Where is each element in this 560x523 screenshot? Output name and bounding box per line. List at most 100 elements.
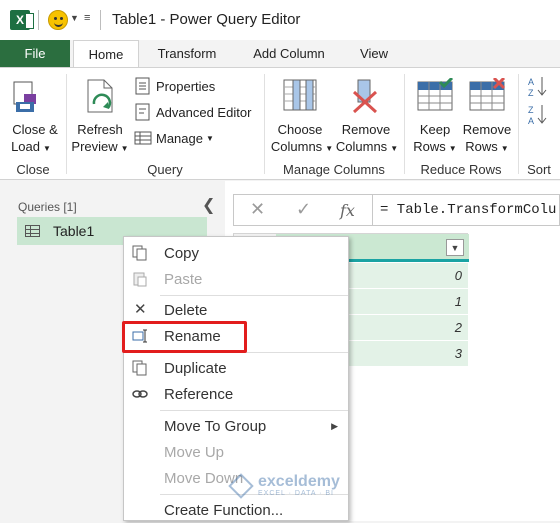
menu-separator [160, 410, 348, 411]
choose-columns-caret-icon: ▼ [325, 144, 334, 153]
refresh-label-2-text: Preview [71, 139, 118, 154]
group-label-reduce-rows: Reduce Rows [420, 162, 502, 177]
refresh-icon [87, 79, 113, 113]
manage-button[interactable]: Manage ▼ [134, 128, 214, 148]
close-load-label-2-text: Load [11, 139, 40, 154]
keep-rows-label: Keep [419, 122, 451, 137]
tab-file[interactable]: File [0, 40, 70, 67]
fx-icon[interactable]: fx [340, 201, 355, 220]
remove-columns-button[interactable]: Remove Columns ▼ [334, 72, 398, 158]
keep-rows-label-2: Rows ▼ [408, 138, 462, 157]
group-separator [518, 74, 519, 174]
properties-label: Properties [156, 78, 216, 94]
keep-rows-icon [417, 78, 454, 111]
sort-ascending-icon: A Z [528, 77, 547, 98]
remove-rows-label-2-text: Rows [465, 139, 498, 154]
advanced-editor-icon [135, 103, 150, 121]
menu-item-copy[interactable]: Copy [124, 240, 348, 266]
title-separator [38, 10, 39, 30]
keep-rows-button[interactable]: Keep Rows ▼ [408, 72, 462, 158]
query-item-label: Table1 [53, 223, 95, 239]
sort-ascending-button[interactable]: A Z [526, 74, 550, 98]
excel-icon-letter: X [15, 13, 24, 27]
cancel-x-icon[interactable]: ✕ [250, 199, 265, 220]
rename-highlight-box [122, 321, 247, 353]
choose-columns-label-2-text: Columns [270, 139, 323, 154]
menu-item-label: Move Up [164, 443, 225, 461]
ribbon-home: Close & Load ▼ Close Refresh Preview ▼ Pro… [0, 67, 560, 180]
copy-icon [132, 245, 147, 261]
close-load-label: Close & [12, 122, 58, 137]
collapse-pane-chevron-left-icon[interactable]: ❮ [202, 195, 215, 215]
title-separator-2 [100, 10, 101, 30]
svg-text:A: A [528, 116, 534, 126]
formula-input[interactable]: = Table.TransformColu [380, 202, 556, 218]
svg-text:Z: Z [528, 105, 534, 115]
formula-separator [372, 195, 373, 225]
menu-item-label: Copy [164, 244, 200, 262]
paste-icon [133, 272, 147, 287]
choose-columns-button[interactable]: Choose Columns ▼ [270, 72, 333, 158]
manage-caret-icon: ▼ [205, 133, 214, 143]
customize-toolbar-icon[interactable]: ≡ [84, 12, 90, 24]
menu-item-move-to-group[interactable]: Move To Group ▶ [124, 413, 348, 439]
choose-columns-label-2: Columns ▼ [270, 138, 334, 157]
group-label-manage-columns: Manage Columns [283, 162, 385, 177]
watermark-name: exceldemy [258, 473, 340, 490]
choose-columns-icon [283, 79, 317, 111]
refresh-preview-button[interactable]: Refresh Preview ▼ [70, 72, 130, 158]
menu-item-label: Delete [164, 301, 208, 319]
menu-item-reference[interactable]: Reference [124, 381, 348, 407]
watermark-text: exceldemy EXCEL · DATA · BI [258, 473, 340, 498]
menu-item-label: Reference [164, 385, 234, 403]
remove-rows-caret-icon: ▼ [500, 144, 509, 153]
feedback-smiley-icon[interactable] [48, 10, 68, 30]
group-label-query: Query [147, 162, 183, 177]
choose-columns-label: Choose [277, 122, 323, 137]
menu-item-paste[interactable]: Paste [124, 266, 348, 292]
group-separator [264, 74, 265, 174]
sort-descending-button[interactable]: Z A [526, 102, 550, 126]
tab-add-column[interactable]: Add Column [240, 40, 338, 67]
group-label-close: Close [16, 162, 50, 177]
close-load-label-2: Load ▼ [6, 138, 56, 157]
title-bar: X ▼ ≡ Table1 - Power Query Editor [0, 0, 560, 40]
tab-view[interactable]: View [346, 40, 402, 67]
tab-home[interactable]: Home [73, 40, 139, 67]
remove-rows-label-2: Rows ▼ [460, 138, 514, 157]
confirm-check-icon[interactable]: ✓ [296, 199, 311, 220]
formula-bar: ✕ ✓ fx = Table.TransformColu [233, 194, 560, 226]
group-label-sort: Sort [527, 162, 551, 177]
advanced-editor-button[interactable]: Advanced Editor [134, 102, 251, 122]
manage-table-icon [134, 131, 152, 145]
excel-app-icon[interactable]: X [10, 10, 34, 30]
group-separator [404, 74, 405, 174]
menu-item-move-up[interactable]: Move Up [124, 439, 348, 465]
smiley-dropdown-icon[interactable]: ▼ [70, 13, 79, 23]
tab-transform[interactable]: Transform [144, 40, 230, 67]
refresh-label-2: Preview ▼ [70, 138, 130, 157]
ribbon-tabs: File Home Transform Add Column View [0, 40, 560, 67]
menu-separator [160, 295, 348, 296]
remove-columns-label: Remove [341, 122, 391, 137]
svg-text:Z: Z [528, 88, 534, 98]
menu-item-label: Create Function... [164, 501, 284, 519]
menu-item-create-function[interactable]: Create Function... [124, 497, 348, 523]
keep-rows-label-2-text: Rows [413, 139, 446, 154]
close-load-button[interactable]: Close & Load ▼ [4, 72, 64, 158]
refresh-label: Refresh [77, 122, 123, 137]
duplicate-icon [132, 360, 147, 376]
remove-rows-icon [469, 78, 506, 111]
watermark-tagline: EXCEL · DATA · BI [258, 490, 334, 497]
sort-descending-icon: Z A [528, 105, 547, 126]
properties-button[interactable]: Properties [134, 76, 215, 96]
column-filter-dropdown-icon[interactable]: ▼ [446, 239, 464, 256]
menu-item-duplicate[interactable]: Duplicate [124, 355, 348, 381]
properties-icon [135, 77, 150, 95]
remove-rows-button[interactable]: Remove Rows ▼ [460, 72, 518, 158]
menu-item-delete[interactable]: ✕ Delete [124, 297, 348, 323]
svg-text:A: A [528, 77, 534, 87]
close-load-icon [13, 81, 36, 112]
window-title: Table1 - Power Query Editor [112, 11, 301, 28]
cell-value: 3 [454, 346, 462, 361]
